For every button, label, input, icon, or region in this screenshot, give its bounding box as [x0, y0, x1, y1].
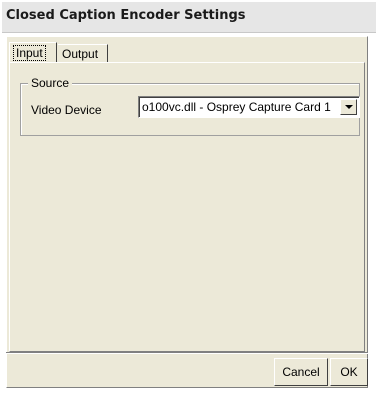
- tab-input[interactable]: Input: [9, 42, 57, 62]
- source-group-label: Source: [28, 76, 73, 90]
- cancel-button[interactable]: Cancel: [274, 358, 328, 386]
- tab-output[interactable]: Output: [58, 44, 108, 62]
- closed-caption-encoder-settings-window: Closed Caption Encoder Settings Input Ou…: [0, 0, 378, 394]
- window-title: Closed Caption Encoder Settings: [6, 8, 246, 23]
- video-device-select[interactable]: o100vc.dll - Osprey Capture Card 1: [138, 96, 360, 118]
- title-bar[interactable]: Closed Caption Encoder Settings: [2, 2, 376, 33]
- video-device-selected-value: o100vc.dll - Osprey Capture Card 1: [142, 100, 331, 114]
- dropdown-button[interactable]: [340, 99, 357, 115]
- ok-button[interactable]: OK: [330, 358, 368, 386]
- tab-output-label: Output: [62, 47, 99, 61]
- tab-input-label: Input: [13, 45, 46, 61]
- chevron-down-icon: [345, 105, 353, 109]
- footer-separator: [6, 352, 368, 354]
- video-device-label: Video Device: [31, 103, 102, 117]
